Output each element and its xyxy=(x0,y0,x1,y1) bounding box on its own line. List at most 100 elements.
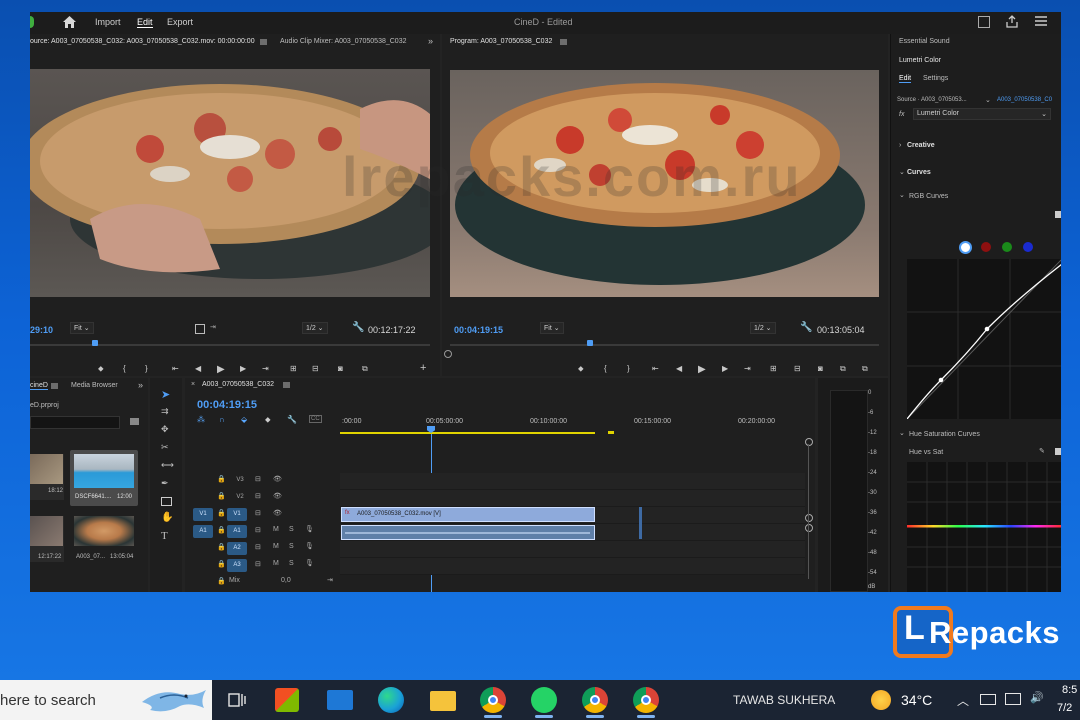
panel-menu-icon[interactable] xyxy=(283,382,290,388)
eye-icon[interactable]: 👁 xyxy=(273,509,282,517)
mic-icon[interactable]: 🎙 xyxy=(305,542,314,550)
lumetri-tab[interactable]: Lumetri Color xyxy=(899,57,941,64)
pen-tool-icon[interactable]: ✒ xyxy=(161,478,169,489)
volume-icon[interactable]: 🔊 xyxy=(1030,691,1044,704)
hand-tool-icon[interactable]: ✋ xyxy=(161,512,173,523)
go-to-out-icon[interactable]: ⇥ xyxy=(262,364,269,373)
button-editor-icon[interactable]: ⧉ xyxy=(862,364,868,374)
go-to-end-icon[interactable]: ⇥ xyxy=(327,576,333,584)
step-back-icon[interactable]: ◀ xyxy=(676,364,682,373)
chevron-down-icon[interactable]: ⌄ xyxy=(899,429,905,437)
lift-icon[interactable]: ⊞ xyxy=(770,364,777,373)
sync-lock-icon[interactable]: ⊟ xyxy=(255,475,261,483)
rgb-curve-graph[interactable] xyxy=(906,259,1061,420)
quick-export-icon[interactable] xyxy=(978,16,990,28)
source-tab[interactable]: ource: A003_07050538_C032: A003_07050538… xyxy=(30,38,255,45)
mic-icon[interactable]: 🎙 xyxy=(305,559,314,567)
project-item[interactable]: 18:12 xyxy=(30,454,64,500)
chrome-icon[interactable] xyxy=(582,687,608,713)
selection-tool-icon[interactable]: ➤ xyxy=(161,388,170,401)
clock-date[interactable]: 7/2 xyxy=(1057,702,1072,714)
source-timecode[interactable]: 29:10 xyxy=(30,325,53,335)
program-timecode[interactable]: 00:04:19:15 xyxy=(454,325,503,335)
lock-icon[interactable]: 🔒 xyxy=(217,577,226,585)
program-tab[interactable]: Program: A003_07050538_C032 xyxy=(450,38,552,45)
insert-clip-icon[interactable]: ⊞ xyxy=(290,364,297,373)
white-channel-button[interactable] xyxy=(959,241,972,254)
green-channel-button[interactable] xyxy=(1002,242,1012,252)
ripple-edit-icon[interactable]: ✥ xyxy=(161,424,169,435)
curves-section[interactable]: Curves xyxy=(907,169,931,176)
blue-channel-button[interactable] xyxy=(1023,242,1033,252)
battery-icon[interactable] xyxy=(980,694,996,705)
task-view-icon[interactable] xyxy=(228,692,246,708)
track-target-v3[interactable]: V3 xyxy=(230,474,250,487)
lumetri-source-clip[interactable]: A003_07050538_C0 xyxy=(997,97,1052,103)
red-channel-button[interactable] xyxy=(981,242,991,252)
extract-icon[interactable]: ⊟ xyxy=(794,364,801,373)
timeline-playhead[interactable] xyxy=(427,426,437,434)
track-target-a3[interactable]: A3 xyxy=(227,559,247,572)
lock-icon[interactable]: 🔒 xyxy=(217,492,226,500)
file-explorer-icon[interactable] xyxy=(430,691,456,711)
track-target-v2[interactable]: V2 xyxy=(230,491,250,504)
in-out-icon[interactable]: ⇥ xyxy=(210,323,216,331)
program-scrubber[interactable] xyxy=(444,340,879,358)
panel-menu-icon[interactable] xyxy=(260,39,267,45)
insert-icon[interactable] xyxy=(195,324,205,334)
source-fit-select[interactable]: Fit ⌄ xyxy=(70,322,94,334)
sync-lock-icon[interactable]: ⊟ xyxy=(255,526,261,534)
sequence-tab[interactable]: A003_07050538_C032 xyxy=(202,381,274,388)
checkbox-icon[interactable] xyxy=(1055,448,1061,455)
add-marker-icon[interactable]: ⬥ xyxy=(578,364,584,374)
app-logo-icon[interactable] xyxy=(30,16,34,28)
more-tabs-icon[interactable]: » xyxy=(138,380,143,390)
track-target-a2[interactable]: A2 xyxy=(227,542,247,555)
camera-icon[interactable]: ◙ xyxy=(338,364,343,373)
creative-section[interactable]: Creative xyxy=(907,142,935,149)
eye-icon[interactable]: 👁 xyxy=(273,475,282,483)
more-tabs-icon[interactable]: » xyxy=(428,36,433,46)
checkbox-icon[interactable] xyxy=(1055,211,1061,218)
track-lane-a3[interactable] xyxy=(340,558,805,575)
linked-selection-icon[interactable]: ∩ xyxy=(219,415,225,424)
program-res-select[interactable]: 1/2 ⌄ xyxy=(750,322,776,334)
weather-sun-icon[interactable] xyxy=(871,690,891,710)
lock-icon[interactable]: 🔒 xyxy=(217,475,226,483)
panel-menu-icon[interactable] xyxy=(560,39,567,45)
audio-clip[interactable] xyxy=(341,525,595,540)
timeline-timecode[interactable]: 00:04:19:15 xyxy=(197,399,257,411)
step-back-icon[interactable]: ◀ xyxy=(195,364,201,373)
clock-time[interactable]: 8:5 xyxy=(1062,684,1077,696)
eyedropper-icon[interactable]: ✎ xyxy=(1039,447,1045,455)
play-icon[interactable]: ▶ xyxy=(217,364,225,375)
lock-icon[interactable]: 🔒 xyxy=(217,526,226,534)
add-marker-icon[interactable]: ⬥ xyxy=(98,364,104,374)
add-button-icon[interactable]: + xyxy=(420,362,426,374)
network-icon[interactable] xyxy=(1005,693,1021,705)
mute-button[interactable]: M xyxy=(273,526,279,533)
mark-out-icon[interactable]: } xyxy=(627,364,630,373)
panel-menu-icon[interactable] xyxy=(51,383,58,389)
hue-vs-sat-graph[interactable] xyxy=(907,462,1061,592)
solo-button[interactable]: S xyxy=(289,543,294,550)
captions-icon[interactable]: CC xyxy=(309,415,322,423)
new-bin-icon[interactable] xyxy=(130,418,139,425)
chrome-icon[interactable] xyxy=(480,687,506,713)
razor-tool-icon[interactable]: ✂ xyxy=(161,442,169,453)
search-highlight-icon[interactable] xyxy=(140,684,208,716)
time-ruler[interactable]: :00:00 00:05:00:00 00:10:00:00 00:15:00:… xyxy=(340,414,805,436)
microsoft-store-icon[interactable] xyxy=(275,688,299,712)
add-marker-icon[interactable]: ⬙ xyxy=(241,415,247,424)
solo-button[interactable]: S xyxy=(289,526,294,533)
whatsapp-icon[interactable] xyxy=(531,687,557,713)
project-search-input[interactable] xyxy=(30,416,120,429)
zoom-handle[interactable] xyxy=(805,524,813,532)
essential-sound-tab[interactable]: Essential Sound xyxy=(899,38,950,45)
lock-icon[interactable]: 🔒 xyxy=(217,543,226,551)
project-item[interactable]: 12:17:22 xyxy=(30,516,64,562)
source-res-select[interactable]: 1/2 ⌄ xyxy=(302,322,328,334)
lock-icon[interactable]: 🔒 xyxy=(217,509,226,517)
menu-edit[interactable]: Edit xyxy=(137,17,153,28)
mark-in-icon[interactable]: { xyxy=(123,364,126,373)
